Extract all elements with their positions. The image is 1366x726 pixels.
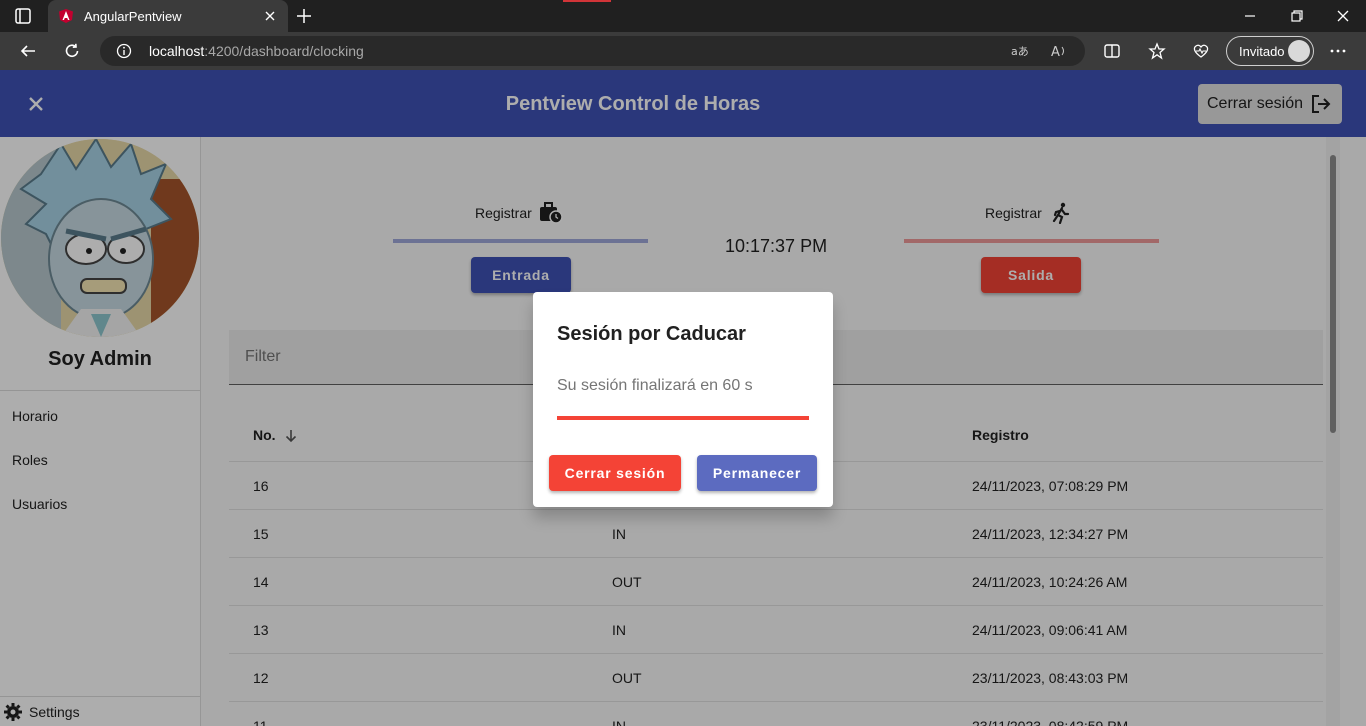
svg-text:aあ: aあ [1011,45,1028,58]
back-arrow-icon[interactable] [19,42,37,60]
translate-icon[interactable]: aあ [1010,43,1028,59]
close-tab-icon[interactable] [262,8,278,24]
restore-icon[interactable] [1290,9,1304,23]
tab-actions-icon[interactable] [14,7,32,25]
address-bar[interactable]: localhost:4200/dashboard/clocking aあ A [100,36,1085,66]
svg-text:A: A [1051,45,1060,59]
dialog-title: Sesión por Caducar [557,323,746,345]
minimize-icon[interactable] [1243,9,1257,23]
session-progress-bar [557,416,809,420]
site-info-icon[interactable] [116,43,132,59]
new-tab-icon[interactable] [296,8,312,24]
close-window-icon[interactable] [1336,9,1350,23]
dialog-logout-button[interactable]: Cerrar sesión [549,455,681,491]
split-screen-icon[interactable] [1103,42,1121,60]
url-text: localhost:4200/dashboard/clocking [149,43,364,59]
refresh-icon[interactable] [63,42,81,60]
favorites-icon[interactable] [1148,42,1166,60]
dialog-message: Su sesión finalizará en 60 s [557,377,753,394]
profile-avatar-icon [1288,40,1310,62]
profile-label: Invitado [1239,44,1285,59]
tab-title: AngularPentview [84,9,182,24]
angular-logo-icon [59,9,73,23]
tab-indicator [563,0,611,2]
browser-essentials-icon[interactable] [1192,42,1210,60]
session-expiry-dialog: Sesión por Caducar Su sesión finalizará … [533,292,833,507]
browser-toolbar: localhost:4200/dashboard/clocking aあ A I… [0,32,1366,70]
browser-tab-bar: AngularPentview [0,0,1366,32]
more-options-icon[interactable] [1329,42,1347,60]
read-aloud-icon[interactable]: A [1050,43,1068,59]
stay-button[interactable]: Permanecer [697,455,817,491]
profile-button[interactable]: Invitado [1226,36,1314,66]
browser-tab[interactable]: AngularPentview [48,0,288,32]
